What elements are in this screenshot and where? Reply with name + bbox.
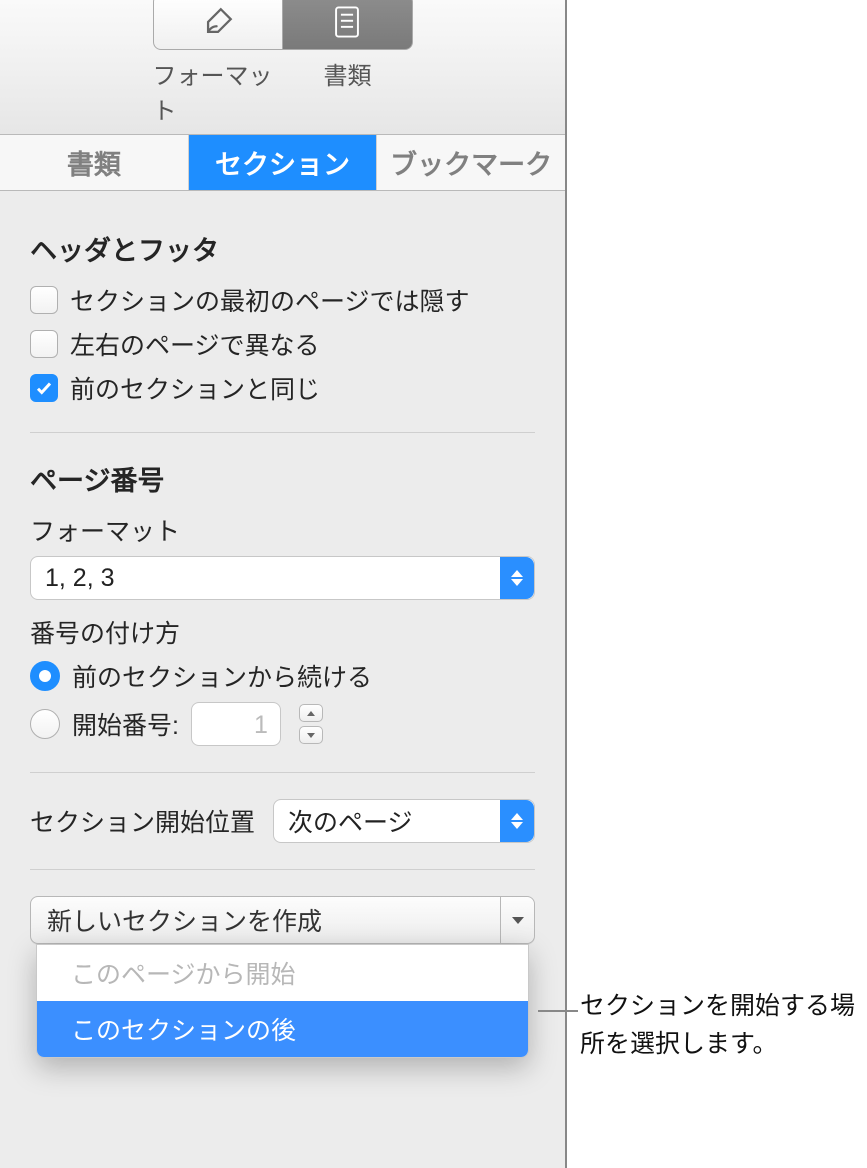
new-section-label: 新しいセクションを作成 (47, 902, 500, 938)
brush-icon (201, 5, 235, 39)
stepper-down-icon[interactable] (299, 726, 323, 744)
chevrons-icon (500, 800, 534, 842)
inspector-tabs: 書類 セクション ブックマーク (0, 135, 565, 191)
start-at-stepper[interactable] (299, 702, 323, 746)
format-label: フォーマット (153, 56, 283, 126)
cb-diff-lr-label: 左右のページで異なる (70, 326, 320, 362)
section-start-select[interactable]: 次のページ (273, 799, 535, 843)
chevrons-icon (500, 557, 534, 599)
cb-same-prev-label: 前のセクションと同じ (70, 370, 320, 406)
radio-continue[interactable] (30, 661, 60, 691)
tab-bookmark[interactable]: ブックマーク (377, 135, 565, 190)
divider-3 (30, 869, 535, 870)
divider-2 (30, 772, 535, 773)
toolbar-segmented: フォーマット 書類 (153, 0, 413, 126)
document-icon (332, 5, 362, 39)
cb-same-prev[interactable] (30, 374, 58, 402)
radio-start-at[interactable] (30, 709, 60, 739)
callout-leader (538, 1010, 578, 1012)
section-start-value: 次のページ (288, 803, 500, 839)
start-at-input[interactable]: 1 (191, 702, 281, 746)
new-section-menu: このページから開始 このセクションの後 (36, 944, 529, 1058)
new-section-wrap: 新しいセクションを作成 このページから開始 このセクションの後 (30, 896, 535, 944)
pn-format-label: フォーマット (30, 512, 535, 548)
divider-1 (30, 432, 535, 433)
tab-section[interactable]: セクション (189, 135, 378, 190)
radio-start-at-label: 開始番号: (72, 706, 179, 742)
callout-text: セクションを開始する場所を選択します。 (580, 988, 860, 1063)
document-button[interactable] (283, 0, 413, 50)
stepper-up-icon[interactable] (299, 704, 323, 722)
chevron-down-icon (500, 897, 534, 943)
menu-after-this-section[interactable]: このセクションの後 (37, 1001, 528, 1057)
document-tool: 書類 (283, 0, 413, 91)
section-start-label: セクション開始位置 (30, 803, 255, 839)
radio-continue-label: 前のセクションから続ける (72, 658, 372, 694)
pn-format-value: 1, 2, 3 (45, 564, 500, 593)
document-label: 書類 (324, 56, 372, 91)
menu-from-this-page: このページから開始 (37, 945, 528, 1001)
content: ヘッダとフッタ セクションの最初のページでは隠す 左右のページで異なる 前のセク… (0, 191, 565, 944)
cb-hide-first-label: セクションの最初のページでは隠す (70, 282, 470, 318)
pn-title: ページ番号 (30, 459, 535, 498)
cb-diff-lr[interactable] (30, 330, 58, 358)
new-section-pulldown[interactable]: 新しいセクションを作成 (30, 896, 535, 944)
tab-document[interactable]: 書類 (0, 135, 189, 190)
pn-numbering-label: 番号の付け方 (30, 614, 535, 650)
pn-format-select[interactable]: 1, 2, 3 (30, 556, 535, 600)
toolbar: フォーマット 書類 (0, 0, 565, 135)
inspector-panel: フォーマット 書類 書類 セクション ブックマーク ヘッダとフッタ (0, 0, 567, 1168)
format-button[interactable] (153, 0, 283, 50)
cb-hide-first[interactable] (30, 286, 58, 314)
format-tool: フォーマット (153, 0, 283, 126)
hf-title: ヘッダとフッタ (30, 229, 535, 268)
